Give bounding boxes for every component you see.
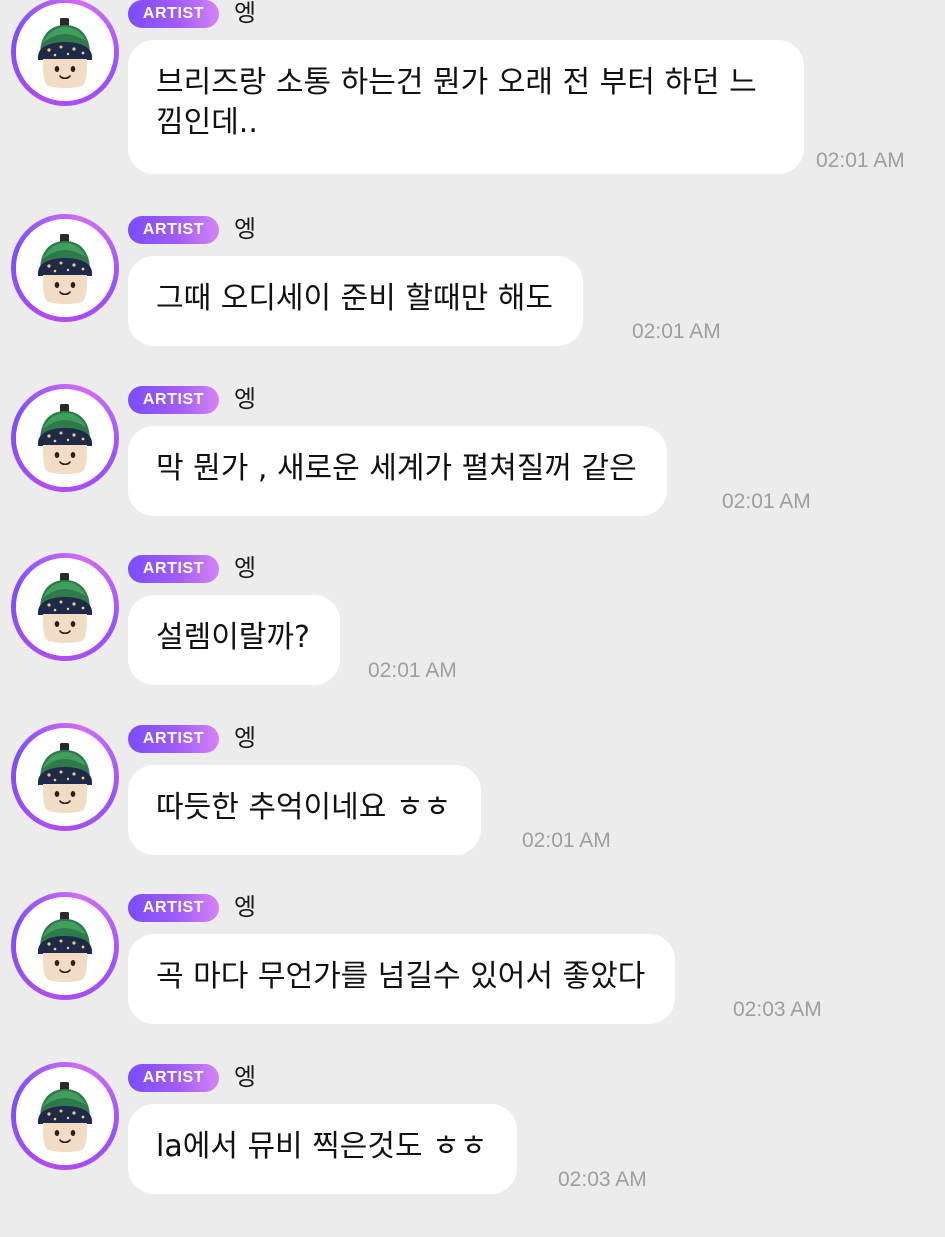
message-timestamp: 02:01 AM xyxy=(722,490,811,513)
chat-message: ARTIST 엥 설렘이랄까? 02:01 AM xyxy=(0,553,945,728)
artist-avatar[interactable] xyxy=(11,723,119,831)
artist-avatar[interactable] xyxy=(11,0,119,106)
message-text: 곡 마다 무언가를 넘길수 있어서 좋았다 xyxy=(156,959,646,994)
message-timestamp: 02:01 AM xyxy=(368,659,457,682)
message-timestamp: 02:01 AM xyxy=(522,829,611,852)
message-timestamp: 02:01 AM xyxy=(816,149,905,172)
plush-avatar-icon xyxy=(16,897,114,995)
sender-name: 엥 xyxy=(234,0,257,27)
artist-badge: ARTIST xyxy=(128,894,219,922)
message-timestamp: 02:03 AM xyxy=(733,998,822,1021)
artist-badge: ARTIST xyxy=(128,555,219,583)
sender-name: 엥 xyxy=(234,893,257,921)
message-text: la에서 뮤비 찍은것도 ㅎㅎ xyxy=(156,1129,488,1164)
sender-name: 엥 xyxy=(234,724,257,752)
plush-avatar-icon xyxy=(16,3,114,101)
chat-message: ARTIST 엥 브리즈랑 소통 하는건 뭔가 오래 전 부터 하던 느낌인데.… xyxy=(0,0,945,174)
message-text: 브리즈랑 소통 하는건 뭔가 오래 전 부터 하던 느낌인데.. xyxy=(156,65,757,140)
chat-message-list[interactable]: ARTIST 엥 브리즈랑 소통 하는건 뭔가 오래 전 부터 하던 느낌인데.… xyxy=(0,0,945,1200)
message-bubble[interactable]: 곡 마다 무언가를 넘길수 있어서 좋았다 xyxy=(128,934,676,1024)
message-bubble[interactable]: 따듯한 추억이네요 ㅎㅎ xyxy=(128,765,482,855)
message-bubble[interactable]: 설렘이랄까? xyxy=(128,595,340,685)
message-timestamp: 02:01 AM xyxy=(632,320,721,343)
chat-message: ARTIST 엥 la에서 뮤비 찍은것도 ㅎㅎ 02:03 AM xyxy=(0,1062,945,1237)
artist-badge: ARTIST xyxy=(128,216,219,244)
artist-avatar[interactable] xyxy=(11,214,119,322)
artist-avatar[interactable] xyxy=(11,553,119,661)
sender-name: 엥 xyxy=(234,385,257,413)
artist-badge: ARTIST xyxy=(128,386,219,414)
message-bubble[interactable]: 막 뭔가 , 새로운 세계가 펼쳐질꺼 같은 xyxy=(128,426,667,516)
message-text: 따듯한 추억이네요 ㅎㅎ xyxy=(156,790,452,825)
message-bubble[interactable]: 브리즈랑 소통 하는건 뭔가 오래 전 부터 하던 느낌인데.. xyxy=(128,40,804,174)
plush-avatar-icon xyxy=(16,389,114,487)
message-bubble[interactable]: la에서 뮤비 찍은것도 ㅎㅎ xyxy=(128,1104,518,1194)
sender-name: 엥 xyxy=(234,215,257,243)
artist-badge: ARTIST xyxy=(128,0,219,28)
chat-message: ARTIST 엥 그때 오디세이 준비 할때만 해도 02:01 AM xyxy=(0,214,945,389)
artist-badge: ARTIST xyxy=(128,725,219,753)
message-text: 설렘이랄까? xyxy=(156,620,310,655)
artist-avatar[interactable] xyxy=(11,892,119,1000)
plush-avatar-icon xyxy=(16,1067,114,1165)
chat-message: ARTIST 엥 곡 마다 무언가를 넘길수 있어서 좋았다 02:03 AM xyxy=(0,892,945,1067)
plush-avatar-icon xyxy=(16,219,114,317)
message-text: 막 뭔가 , 새로운 세계가 펼쳐질꺼 같은 xyxy=(156,451,637,486)
plush-avatar-icon xyxy=(16,728,114,826)
sender-name: 엥 xyxy=(234,1063,257,1091)
message-timestamp: 02:03 AM xyxy=(558,1168,647,1191)
chat-message: ARTIST 엥 막 뭔가 , 새로운 세계가 펼쳐질꺼 같은 02:01 AM xyxy=(0,384,945,559)
message-text: 그때 오디세이 준비 할때만 해도 xyxy=(156,281,553,316)
artist-avatar[interactable] xyxy=(11,1062,119,1170)
chat-message: ARTIST 엥 따듯한 추억이네요 ㅎㅎ 02:01 AM xyxy=(0,723,945,898)
artist-avatar[interactable] xyxy=(11,384,119,492)
artist-badge: ARTIST xyxy=(128,1064,219,1092)
sender-name: 엥 xyxy=(234,554,257,582)
message-bubble[interactable]: 그때 오디세이 준비 할때만 해도 xyxy=(128,256,583,346)
plush-avatar-icon xyxy=(16,558,114,656)
